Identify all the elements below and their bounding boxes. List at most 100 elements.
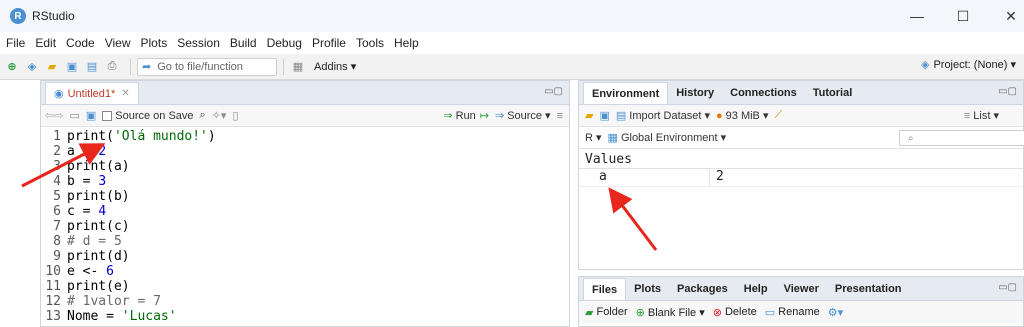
tab-plots[interactable]: Plots xyxy=(626,278,669,300)
values-header: Values xyxy=(579,149,1023,169)
language-select[interactable]: R ▾ xyxy=(585,131,602,144)
title-bar: R RStudio — ☐ ✕ xyxy=(0,0,1024,32)
addins-menu[interactable]: Addins ▾ xyxy=(314,60,356,73)
search-icon[interactable]: ⌕ xyxy=(200,109,206,122)
main-toolbar: ⊕ ◈ ▰ ▣ ▤ ⎙ ➦ Go to file/function ▦ Addi… xyxy=(0,54,1024,80)
tab-tutorial[interactable]: Tutorial xyxy=(805,82,861,104)
pane-maximize-icon[interactable]: ▭▢ xyxy=(544,86,563,97)
rerun-icon[interactable]: ↦ xyxy=(480,109,489,122)
tab-presentation[interactable]: Presentation xyxy=(827,278,910,300)
scope-select[interactable]: ▦ Global Environment ▾ xyxy=(608,131,727,144)
save-all-icon[interactable]: ▤ xyxy=(84,59,100,75)
blank-file-button[interactable]: ⊕ Blank File ▾ xyxy=(636,306,705,319)
source-arrow-icon: ⇒ xyxy=(494,110,505,122)
import-label: Import Dataset ▾ xyxy=(629,110,710,122)
menu-code[interactable]: Code xyxy=(66,36,95,50)
compile-report-icon[interactable]: ▯ xyxy=(232,109,238,122)
code-line[interactable]: 10 e <- 6 xyxy=(41,264,569,279)
delete-label: Delete xyxy=(724,306,757,318)
menu-plots[interactable]: Plots xyxy=(141,36,168,50)
code-line[interactable]: 11 print(e) xyxy=(41,279,569,294)
code-line[interactable]: 3 print(a) xyxy=(41,159,569,174)
menu-view[interactable]: View xyxy=(105,36,131,50)
code-line[interactable]: 12 # 1valor = 7 xyxy=(41,294,569,309)
code-editor[interactable]: 1 print('Olá mundo!') 2 a = 2 3 print(a) 4 b = … xyxy=(41,127,569,324)
code-line[interactable]: 2a = 2 xyxy=(41,144,569,159)
tab-untitled1[interactable]: ◉ Untitled1* ✕ xyxy=(45,82,139,104)
save-icon[interactable]: ▣ xyxy=(86,109,96,122)
tab-history[interactable]: History xyxy=(668,82,722,104)
source-button[interactable]: ⇒ Source ▾ xyxy=(494,109,551,123)
close-button[interactable]: ✕ xyxy=(988,0,1024,32)
menu-profile[interactable]: Profile xyxy=(312,36,346,50)
open-file-icon[interactable]: ▰ xyxy=(44,59,60,75)
save-icon[interactable]: ▣ xyxy=(64,59,80,75)
code-token: 3 xyxy=(98,174,107,189)
code-token: 4 xyxy=(98,204,107,219)
list-view-button[interactable]: ≡ List ▾ xyxy=(964,109,999,123)
back-arrow-icon[interactable]: ⇦⇨ xyxy=(45,109,63,122)
code-token: print(a) xyxy=(67,159,130,174)
project-label: Project: (None) ▾ xyxy=(933,59,1016,71)
code-line[interactable]: 9 print(d) xyxy=(41,249,569,264)
line-number: 5 xyxy=(53,189,61,204)
source-on-save-checkbox[interactable]: Source on Save xyxy=(102,110,194,122)
tab-viewer[interactable]: Viewer xyxy=(776,278,827,300)
tab-files[interactable]: Files xyxy=(583,278,627,300)
goto-file-input[interactable]: ➦ Go to file/function xyxy=(137,57,277,76)
code-line[interactable]: 4 b = 3 xyxy=(41,174,569,189)
code-text: # 1valor = 7 xyxy=(67,294,161,309)
menu-debug[interactable]: Debug xyxy=(267,36,302,50)
new-folder-button[interactable]: ▰ Folder xyxy=(585,306,628,319)
new-project-icon[interactable]: ◈ xyxy=(24,59,40,75)
gear-icon[interactable]: ⚙▾ xyxy=(828,306,843,319)
save-workspace-icon[interactable]: ▣ xyxy=(599,109,609,122)
code-text: print(c) xyxy=(67,219,130,234)
print-icon[interactable]: ⎙ xyxy=(104,59,120,75)
search-icon: ⌕ xyxy=(908,132,914,144)
grid-layout-icon[interactable]: ▦ xyxy=(290,59,306,75)
pane-minimize-icon[interactable]: ▭▢ xyxy=(998,86,1017,97)
rename-button[interactable]: ▭ Rename xyxy=(765,306,820,319)
line-number: 3 xyxy=(53,159,61,174)
code-line[interactable]: 8 # d = 5 xyxy=(41,234,569,249)
menu-session[interactable]: Session xyxy=(177,36,220,50)
code-token: print( xyxy=(67,129,114,144)
maximize-button[interactable]: ☐ xyxy=(940,0,986,32)
toolbar-divider xyxy=(283,58,284,75)
magic-wand-icon[interactable]: ✧▾ xyxy=(212,109,227,122)
run-button[interactable]: ⇒ Run xyxy=(443,109,475,123)
minimize-button[interactable]: — xyxy=(894,0,940,32)
code-line[interactable]: 13 Nome = 'Lucas' xyxy=(41,309,569,324)
tab-packages[interactable]: Packages xyxy=(669,278,736,300)
delete-button[interactable]: ⊗ Delete xyxy=(713,306,757,319)
env-search-input[interactable]: ⌕ xyxy=(899,130,1024,146)
new-file-icon[interactable]: ⊕ xyxy=(4,59,20,75)
project-menu[interactable]: ◈ Project: (None) ▾ xyxy=(921,58,1016,71)
close-tab-icon[interactable]: ✕ xyxy=(121,88,129,99)
broom-icon[interactable]: ⟋ xyxy=(774,109,782,122)
menu-build[interactable]: Build xyxy=(230,36,257,50)
source-label: Source xyxy=(507,109,543,122)
code-line[interactable]: 7 print(c) xyxy=(41,219,569,234)
line-number: 1 xyxy=(53,129,61,144)
tab-help[interactable]: Help xyxy=(736,278,776,300)
pane-minimize-icon[interactable]: ▭▢ xyxy=(998,282,1017,293)
code-line[interactable]: 6 c = 4 xyxy=(41,204,569,219)
code-line[interactable]: 5 print(b) xyxy=(41,189,569,204)
menu-file[interactable]: File xyxy=(6,36,25,50)
code-line[interactable]: 1 print('Olá mundo!') xyxy=(41,129,569,144)
memory-usage-button[interactable]: ● 93 MiB ▾ xyxy=(716,109,768,123)
menu-help[interactable]: Help xyxy=(394,36,419,50)
tab-connections[interactable]: Connections xyxy=(722,82,805,104)
menu-tools[interactable]: Tools xyxy=(356,36,384,50)
show-in-window-icon[interactable]: ▭ xyxy=(69,109,79,122)
outline-icon[interactable]: ≡ xyxy=(557,110,563,122)
menu-edit[interactable]: Edit xyxy=(35,36,56,50)
import-dataset-button[interactable]: ▤ Import Dataset ▾ xyxy=(616,109,710,122)
line-number: 2 xyxy=(53,144,61,159)
tab-environment[interactable]: Environment xyxy=(583,82,669,104)
code-text: print('Olá mundo!') xyxy=(67,129,216,144)
load-workspace-icon[interactable]: ▰ xyxy=(585,109,593,122)
variable-row[interactable]: a 2 xyxy=(579,169,1023,187)
